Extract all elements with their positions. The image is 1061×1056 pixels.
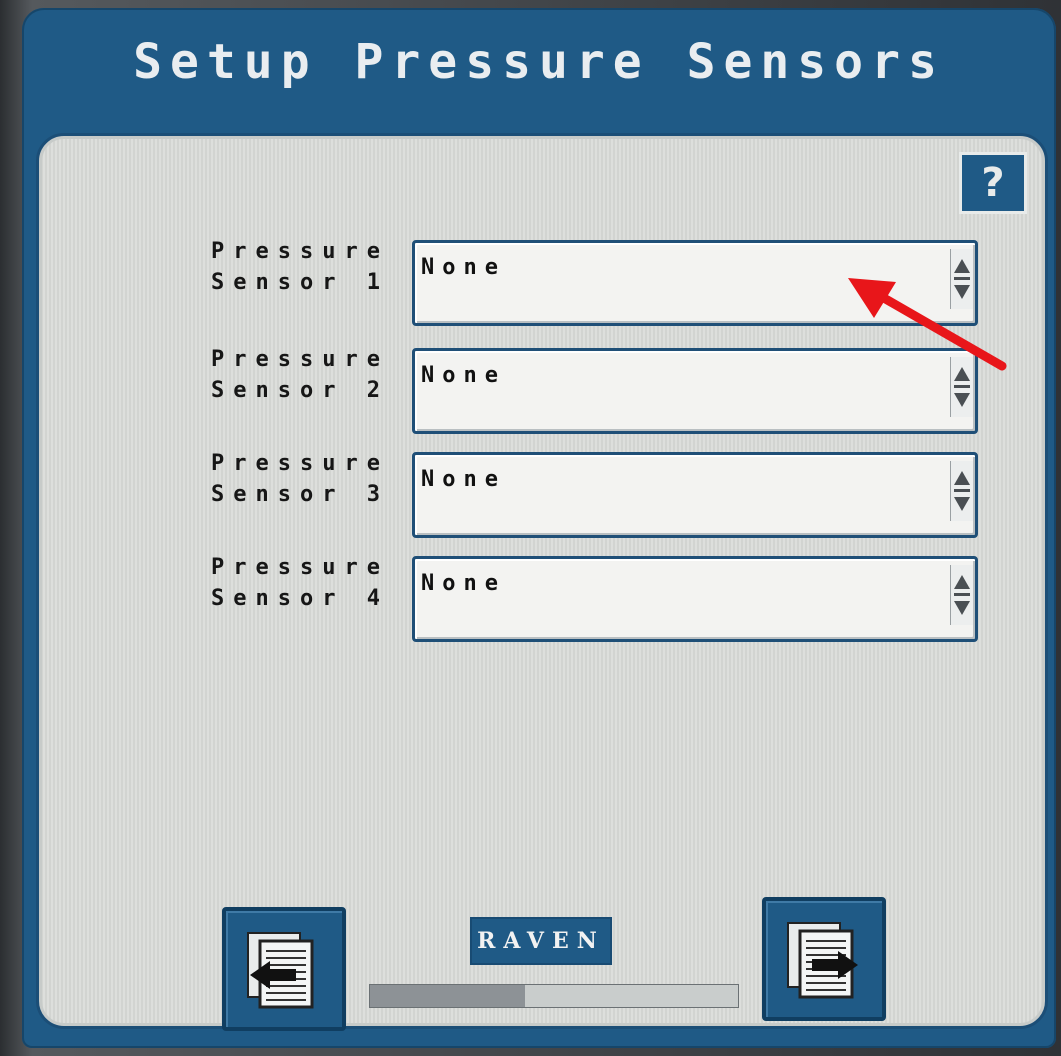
progress-fill	[370, 985, 525, 1007]
sensor-row-3: Pressure Sensor 3 None	[39, 451, 1045, 542]
page-next-arrow-icon	[787, 922, 858, 999]
sensor-label: Pressure Sensor 3	[211, 451, 389, 507]
up-down-spinner-icon[interactable]	[950, 461, 973, 521]
sensor-3-select[interactable]: None	[412, 452, 978, 538]
page-back-arrow-icon	[247, 932, 314, 1009]
sensor-value: None	[421, 363, 506, 388]
sensor-value: None	[421, 467, 506, 492]
red-arrow-annotation	[848, 278, 1007, 371]
sensor-row-4: Pressure Sensor 4 None	[39, 555, 1045, 646]
sensor-label: Pressure Sensor 2	[211, 347, 389, 403]
page-title: Setup Pressure Sensors	[133, 34, 945, 90]
sensor-value: None	[421, 571, 506, 596]
sensor-value: None	[421, 255, 506, 280]
display-screen: Setup Pressure Sensors ? Pressure Sensor…	[22, 8, 1056, 1048]
sensor-4-select[interactable]: None	[412, 556, 978, 642]
help-button[interactable]: ?	[959, 152, 1027, 214]
back-button[interactable]	[222, 907, 346, 1031]
up-down-spinner-icon[interactable]	[950, 565, 973, 625]
raven-logo: RAVEN	[470, 917, 612, 965]
next-button[interactable]	[762, 897, 886, 1021]
progress-bar	[369, 984, 739, 1008]
sensor-label: Pressure Sensor 4	[211, 555, 389, 611]
sensor-label: Pressure Sensor 1	[211, 239, 389, 295]
